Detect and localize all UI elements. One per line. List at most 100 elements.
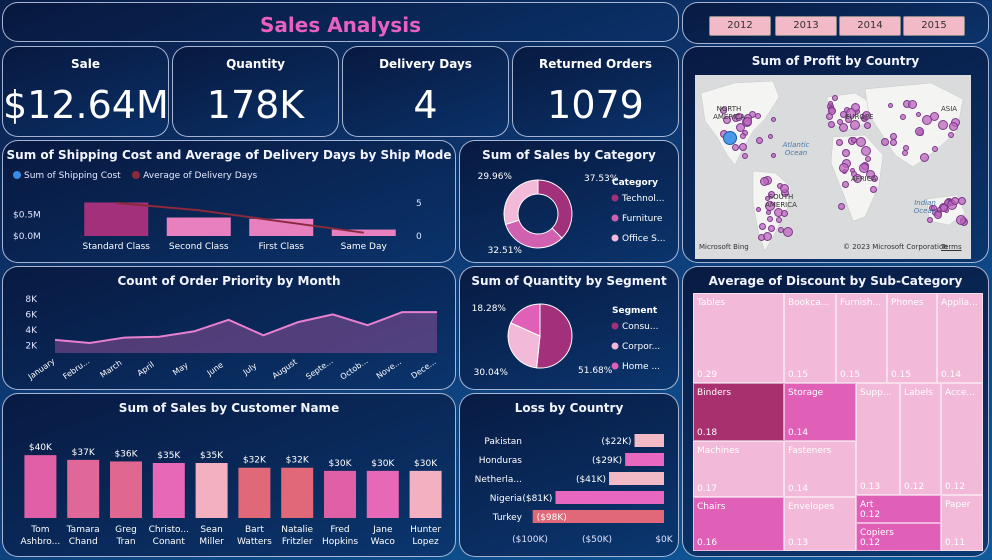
line-delivery-days — [116, 201, 364, 234]
data-label: $35K — [200, 451, 224, 461]
x-tick-label: Octob... — [339, 356, 370, 381]
treemap-cell[interactable]: Copiers 0.12 — [856, 523, 941, 551]
y-tick-label: 8K — [25, 295, 38, 305]
bar-shipping-cost — [84, 202, 149, 236]
treemap-cell[interactable]: Paper 0.11 — [941, 495, 983, 551]
profit-dot — [914, 126, 924, 136]
treemap-cell[interactable]: Art 0.12 — [856, 495, 941, 523]
treemap-cell[interactable]: Furnish... 0.15 — [836, 293, 887, 383]
profit-dot — [739, 142, 748, 151]
treemap-value: 0.12 — [904, 482, 925, 492]
bar-loss — [634, 434, 664, 447]
ocean-label-atlantic: Atlantic Ocean — [782, 141, 810, 157]
chart-title: Average of Discount by Sub-Category — [708, 274, 963, 288]
x-tick-label: Tamara — [66, 525, 100, 535]
treemap-value: 0.14 — [788, 428, 809, 438]
kpi-card-quantity: Quantity 178K — [172, 46, 339, 137]
treemap-cell[interactable]: Bookca... 0.15 — [784, 293, 836, 383]
priority-chart[interactable]: 2K 4K 6K 8K January Febru... March April May June… — [3, 267, 456, 390]
kpi-card-sale: Sale $12.64M — [2, 46, 169, 137]
map-panel: Sum of Profit by Country NORTH AMERICA S… — [682, 46, 989, 263]
treemap-cell[interactable]: Acce... 0.12 — [941, 383, 983, 495]
profit-dot — [948, 121, 958, 131]
legend-label: Technol... — [621, 194, 664, 204]
treemap-cell[interactable]: Storage 0.14 — [784, 383, 856, 441]
x-tick-label: March — [98, 358, 123, 379]
data-label: $36K — [114, 449, 138, 459]
data-label: $30K — [371, 459, 395, 469]
area-fill — [55, 312, 437, 353]
treemap-cell[interactable]: Tables 0.29 — [693, 293, 784, 383]
profit-dot — [740, 132, 747, 139]
year-button-2013[interactable]: 2013 — [775, 16, 837, 36]
year-button-2012[interactable]: 2012 — [709, 16, 771, 36]
profit-dot — [755, 207, 761, 213]
treemap-cell[interactable]: Envelopes 0.13 — [784, 497, 856, 551]
y-tick-label: Pakistan — [484, 437, 522, 447]
treemap-cell[interactable]: Labels 0.12 — [900, 383, 941, 495]
treemap-cell[interactable]: Chairs 0.16 — [693, 497, 784, 551]
discount-treemap[interactable]: Tables 0.29 Bookca... 0.15 Furnish... 0.15 Pho… — [693, 293, 983, 551]
title-panel: Sales Analysis — [2, 2, 679, 42]
map-terms-link[interactable]: Terms — [941, 243, 962, 251]
x-tick-label: Hunter — [410, 525, 441, 535]
treemap-cell[interactable]: Phones 0.15 — [887, 293, 937, 383]
profit-dot — [920, 152, 929, 162]
treemap-cell[interactable]: Binders 0.18 — [693, 383, 784, 441]
shipping-panel: Sum of Shipping Cost and Average of Deli… — [2, 140, 456, 263]
bing-logo: Microsoft Bing — [699, 243, 749, 251]
treemap-value: 0.13 — [788, 538, 809, 548]
profit-dot — [921, 115, 932, 126]
x-tick-label: Natalie — [281, 525, 313, 535]
profit-dot — [907, 100, 917, 110]
data-label: $30K — [328, 459, 352, 469]
bar-customer-sales — [366, 470, 399, 518]
legend-marker — [611, 362, 619, 370]
data-label: $40K — [29, 443, 53, 453]
treemap-value: 0.17 — [697, 484, 718, 494]
legend-label: Corpor... — [622, 342, 660, 352]
treemap-value: 0.15 — [891, 370, 912, 380]
customer-chart[interactable]: $40K Tom Ashbro... $37K Tamara Chand $36K Greg T… — [3, 394, 456, 557]
y-tick-label: 4K — [25, 326, 38, 336]
treemap-cell[interactable]: Applia... 0.14 — [937, 293, 983, 383]
data-label: $35K — [157, 451, 181, 461]
x-tick-label: August — [271, 357, 299, 380]
treemap-label: Fasteners — [788, 446, 832, 456]
loss-chart[interactable]: Pakistan ($22K)Honduras ($29K)Netherla...(… — [460, 394, 679, 557]
map-label-europe: EUROPE — [845, 113, 874, 121]
treemap-label: Furnish... — [840, 298, 882, 308]
bar-customer-sales — [324, 470, 356, 518]
treemap-cell[interactable]: Fasteners 0.14 — [784, 441, 856, 497]
profit-dot — [864, 156, 871, 163]
map-label-africa: AFRICA — [851, 175, 877, 183]
data-label: ($98K) — [537, 513, 567, 523]
bar-customer-sales — [238, 467, 271, 518]
shipping-chart[interactable]: $0.0M $0.5M 0 5 Standard Class Second Class Fi… — [3, 141, 456, 263]
x-tick-label: First Class — [259, 242, 305, 252]
treemap-value: 0.12 — [860, 538, 881, 548]
y-tick-label: Netherla... — [475, 475, 522, 485]
treemap-cell[interactable]: Supp... 0.13 — [856, 383, 900, 495]
x-tick-label: Tran — [115, 537, 135, 547]
profit-dot — [881, 137, 890, 146]
category-chart[interactable]: 37.53%32.51%29.96%CategoryTechnol...Furn… — [460, 141, 679, 263]
ocean-label-indian: Indian Ocean — [913, 199, 937, 215]
bar-customer-sales — [409, 470, 442, 518]
pie-slice — [503, 179, 539, 226]
year-button-2015[interactable]: 2015 — [903, 16, 965, 36]
x-tick-label: June — [205, 360, 225, 378]
world-map[interactable]: NORTH AMERICA SOUTH AMERICA EUROPE ASIA … — [695, 75, 971, 259]
legend-title: Segment — [612, 306, 658, 316]
data-label: 32.51% — [488, 246, 523, 256]
x-tick-label: Standard Class — [83, 242, 151, 252]
treemap-cell[interactable]: Machines 0.17 — [693, 441, 784, 497]
kpi-label: Delivery Days — [379, 57, 472, 71]
chart-title: Sum of Profit by Country — [751, 54, 920, 68]
segment-chart[interactable]: 51.68% 30.04% 18.28% Segment Consu... Corpor.… — [460, 267, 679, 390]
x-tick-label: Sean — [200, 525, 222, 535]
year-button-2014[interactable]: 2014 — [839, 16, 901, 36]
x-tick-label: Conant — [153, 537, 186, 547]
profit-dot — [841, 149, 850, 157]
kpi-label: Quantity — [226, 57, 285, 71]
